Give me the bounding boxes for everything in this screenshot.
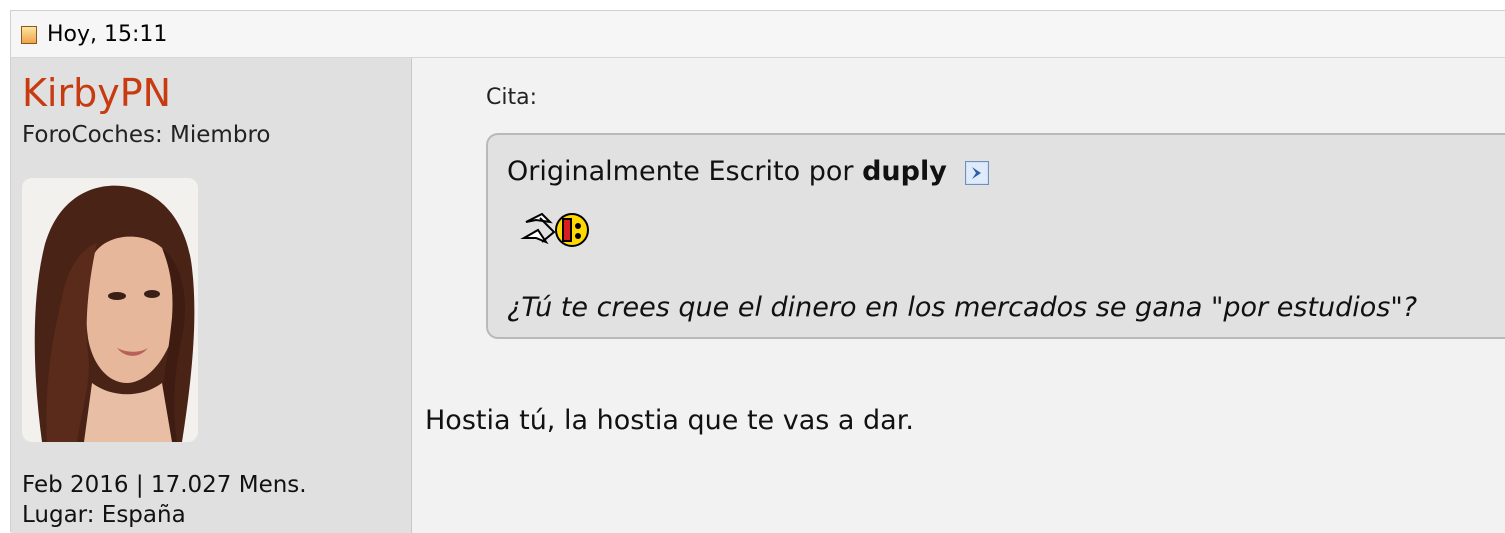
quote-intro-text: Originalmente Escrito por xyxy=(507,156,854,187)
quote-box: Originalmente Escrito por duply ¿Tú te c xyxy=(486,133,1505,339)
quote-author: duply xyxy=(862,156,947,187)
forum-post: Hoy, 15:11 KirbyPN ForoCoches: Miembro F… xyxy=(10,10,1505,533)
smiley-icon xyxy=(520,212,589,247)
post-date: Hoy, 15:11 xyxy=(47,22,168,47)
user-join-posts: Feb 2016 | 17.027 Mens. xyxy=(22,472,307,498)
avatar-image xyxy=(22,178,198,442)
quote-header: Originalmente Escrito por duply xyxy=(507,156,990,187)
user-info: Feb 2016 | 17.027 Mens. Lugar: España xyxy=(22,470,307,530)
view-post-icon[interactable] xyxy=(965,160,990,185)
user-title: ForoCoches: Miembro xyxy=(22,122,271,148)
post-header: Hoy, 15:11 xyxy=(11,11,1505,58)
quote-label: Cita: xyxy=(486,85,537,110)
post-message: Hostia tú, la hostia que te vas a dar. xyxy=(425,405,914,436)
avatar[interactable] xyxy=(22,178,198,442)
username-link[interactable]: KirbyPN xyxy=(22,74,171,112)
user-location: Lugar: España xyxy=(22,502,186,528)
user-sidebar: KirbyPN ForoCoches: Miembro Feb 2016 | 1… xyxy=(11,58,412,533)
post-content: Cita: Originalmente Escrito por duply ¿T… xyxy=(412,58,1505,533)
post-icon xyxy=(21,26,37,44)
quote-text: ¿Tú te crees que el dinero en los mercad… xyxy=(507,292,1418,323)
